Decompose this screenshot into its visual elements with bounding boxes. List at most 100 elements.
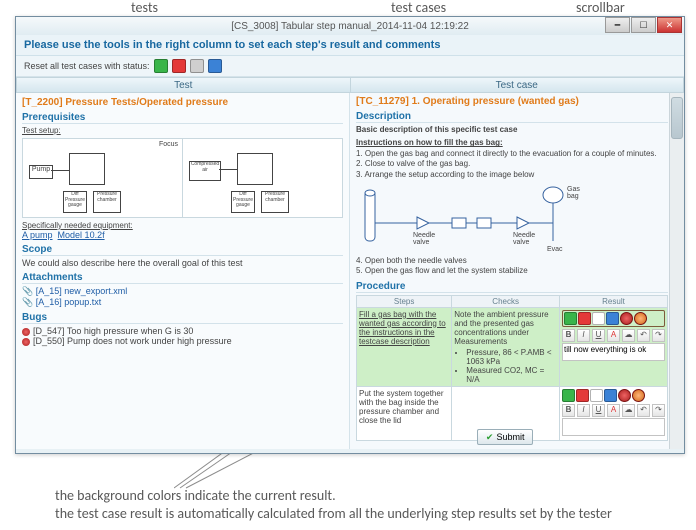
titlebar[interactable]: [CS_3008] Tabular step manual_2014-11-04… — [16, 17, 684, 35]
procedure-heading: Procedure — [356, 281, 668, 293]
bug-link[interactable]: [D_550] Pump does not work under high pr… — [22, 336, 343, 346]
prereq-heading: Prerequisites — [22, 112, 343, 124]
reset-status-info[interactable] — [208, 59, 222, 73]
svg-text:valve: valve — [513, 239, 529, 246]
scrollbar-thumb[interactable] — [671, 97, 683, 139]
result-fail-button[interactable] — [576, 389, 589, 402]
equipment-link[interactable]: Model 10.2f — [58, 230, 105, 240]
link-bug-button[interactable] — [620, 312, 633, 325]
new-bug-button[interactable] — [632, 389, 645, 402]
close-button[interactable]: ✕ — [657, 17, 682, 33]
underline-button[interactable]: U — [592, 404, 605, 417]
step-text: 1. Open the gas bag and connect it direc… — [356, 149, 668, 159]
instructions-heading: Instructions on how to fill the gas bag: — [356, 138, 503, 147]
svg-text:valve: valve — [413, 239, 429, 246]
attachment-link[interactable]: 📎 [A_15] new_export.xml — [22, 286, 343, 297]
new-bug-button[interactable] — [634, 312, 647, 325]
test-title: [T_2200] Pressure Tests/Operated pressur… — [22, 97, 343, 108]
reset-label: Reset all test cases with status: — [24, 61, 150, 71]
table-row: Fill a gas bag with the wanted gas accor… — [357, 307, 668, 386]
result-pass-button[interactable] — [562, 389, 575, 402]
submit-button[interactable]: Submit — [477, 429, 534, 445]
image-button[interactable]: ☁ — [622, 329, 635, 342]
basic-desc: Basic description of this specific test … — [356, 125, 517, 134]
redo-button[interactable]: ↷ — [652, 329, 665, 342]
reset-status-pass[interactable] — [154, 59, 168, 73]
undo-button[interactable]: ↶ — [637, 404, 650, 417]
testcase-title: [TC_11279] 1. Operating pressure (wanted… — [356, 96, 668, 107]
instruction-banner: Please use the tools in the right column… — [16, 35, 684, 56]
result-na-button[interactable] — [590, 389, 603, 402]
italic-button[interactable]: I — [577, 329, 590, 342]
result-fail-button[interactable] — [578, 312, 591, 325]
window-title: [CS_3008] Tabular step manual_2014-11-04… — [231, 21, 469, 32]
col-checks: Checks — [452, 295, 560, 307]
undo-button[interactable]: ↶ — [637, 329, 650, 342]
maximize-button[interactable]: ☐ — [631, 17, 656, 33]
gauge2-box: Diff Pressure gauge — [231, 191, 255, 213]
focus-label: Focus — [159, 141, 178, 148]
connector — [51, 170, 69, 171]
procedure-table: Steps Checks Result Fill a gas bag with … — [356, 295, 668, 441]
result-cell: B I U A ☁ ↶ ↷ — [560, 307, 668, 386]
test-panel: [T_2200] Pressure Tests/Operated pressur… — [16, 93, 350, 449]
bugs-heading: Bugs — [22, 312, 343, 324]
header-testcase: Test case — [350, 77, 685, 93]
result-na-button[interactable] — [592, 312, 605, 325]
reset-status-fail[interactable] — [172, 59, 186, 73]
annotation-scrollbar: scrollbar — [576, 0, 625, 17]
equipment-link[interactable]: A pump — [22, 230, 53, 240]
step-text: 4. Open both the needle valves — [356, 256, 668, 266]
scope-heading: Scope — [22, 244, 343, 256]
annotation-tests: tests — [131, 0, 158, 17]
scope-text: We could also describe here the overall … — [22, 258, 343, 268]
step-text: 3. Arrange the setup according to the im… — [356, 170, 668, 180]
setup-diagram: Focus Pump Diff Pressure gauge Pressure … — [22, 138, 343, 218]
svg-text:Evac: Evac — [547, 246, 563, 253]
underline-button[interactable]: U — [592, 329, 605, 342]
compressor-box: Compressed air — [189, 161, 221, 181]
result-info-button[interactable] — [606, 312, 619, 325]
result-info-button[interactable] — [604, 389, 617, 402]
result-buttons-group — [562, 310, 665, 327]
image-button[interactable]: ☁ — [622, 404, 635, 417]
reset-status-na[interactable] — [190, 59, 204, 73]
color-button[interactable]: A — [607, 404, 620, 417]
comment-input[interactable] — [562, 418, 665, 436]
scrollbar[interactable] — [669, 93, 684, 449]
testcase-panel: [TC_11279] 1. Operating pressure (wanted… — [350, 93, 684, 449]
bug-link[interactable]: [D_547] Too high pressure when G is 30 — [22, 326, 343, 336]
color-button[interactable]: A — [607, 329, 620, 342]
annotation-footer: the background colors indicate the curre… — [55, 487, 675, 523]
app-window: [CS_3008] Tabular step manual_2014-11-04… — [15, 16, 685, 454]
bold-button[interactable]: B — [562, 404, 575, 417]
svg-text:Gas: Gas — [567, 186, 580, 193]
step-text: 2. Close to valve of the gas bag. — [356, 159, 668, 169]
step-cell: Fill a gas bag with the wanted gas accor… — [359, 310, 446, 346]
spec-heading: Specifically needed equipment: — [22, 221, 343, 230]
col-result: Result — [560, 295, 668, 307]
step-cell: Put the system together with the bag ins… — [357, 386, 452, 440]
result-cell: B I U A ☁ ↶ ↷ — [560, 386, 668, 440]
gauge-box: Diff Pressure gauge — [63, 191, 87, 213]
bold-button[interactable]: B — [562, 329, 575, 342]
svg-text:bag: bag — [567, 193, 579, 200]
link-bug-button[interactable] — [618, 389, 631, 402]
result-pass-button[interactable] — [564, 312, 577, 325]
result-buttons-group — [562, 389, 665, 402]
header-test: Test — [16, 77, 350, 93]
comment-input[interactable] — [562, 343, 665, 361]
attachments-heading: Attachments — [22, 272, 343, 284]
svg-text:Needle: Needle — [513, 232, 535, 239]
italic-button[interactable]: I — [577, 404, 590, 417]
chamber-box — [69, 153, 105, 185]
testcase-diagram: Needle valve Needle valve Evac — [356, 182, 668, 254]
attachment-link[interactable]: 📎 [A_16] popup.txt — [22, 297, 343, 308]
check-cell: Note the ambient pressure and the presen… — [452, 307, 560, 386]
pchamber-box: Pressure chamber — [93, 191, 121, 213]
column-headers: Test Test case — [16, 77, 684, 93]
redo-button[interactable]: ↷ — [652, 404, 665, 417]
minimize-button[interactable]: ━ — [605, 17, 630, 33]
bug-icon — [22, 328, 30, 336]
annotation-testcases: test cases — [391, 0, 446, 17]
